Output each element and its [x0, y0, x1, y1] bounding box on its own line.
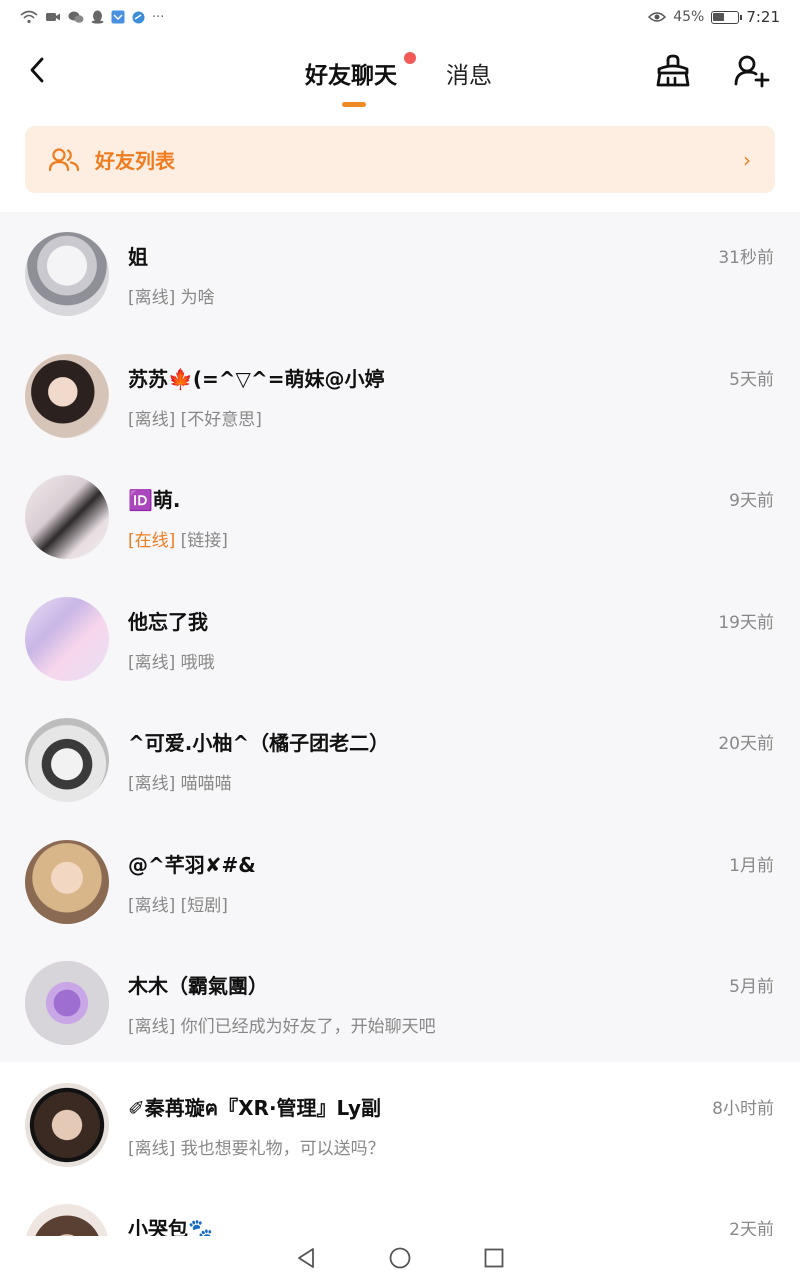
- eye-icon: [648, 12, 667, 22]
- tab-friend-chat[interactable]: 好友聊天: [305, 56, 397, 90]
- contact-name: ✐秦苒璇ฅ『XR·管理』Ly副: [128, 1095, 381, 1120]
- contact-name: 🆔萌.: [128, 488, 181, 512]
- last-message-time: 31秒前: [718, 248, 774, 268]
- last-message: 我也想要礼物，可以送吗？: [180, 1138, 385, 1159]
- avatar[interactable]: [25, 1082, 109, 1167]
- last-message: 喵喵喵: [180, 774, 232, 794]
- contact-name: 木木（霸氣團）: [128, 974, 268, 998]
- back-button[interactable]: [22, 54, 52, 86]
- chat-row[interactable]: 他忘了我 19天前 [离线] 哦哦: [0, 577, 800, 699]
- message-preview: [离线] 哦哦: [128, 648, 215, 673]
- message-preview: [离线] 喵喵喵: [128, 769, 232, 794]
- last-message-time: 1月前: [729, 855, 774, 876]
- last-message-time: 19天前: [718, 612, 774, 633]
- broom-icon: [656, 54, 690, 87]
- square-recents-icon: [484, 1248, 504, 1268]
- chat-row[interactable]: @^芊羽✘#& 1月前 [离线] [短剧]: [0, 820, 800, 942]
- chat-row[interactable]: 木木（霸氣團） 5月前 [离线] 你们已经成为好友了，开始聊天吧: [0, 941, 800, 1063]
- chat-row[interactable]: 姐 31秒前 [离线] 为啥: [0, 212, 800, 334]
- offline-status: [离线]: [128, 895, 176, 916]
- more-icon: ···: [152, 9, 165, 25]
- avatar[interactable]: [25, 353, 109, 438]
- last-message: 你们已经成为好友了，开始聊天吧: [180, 1017, 436, 1037]
- app-icon: [132, 11, 145, 23]
- avatar[interactable]: [25, 232, 109, 316]
- unread-badge: [404, 52, 416, 64]
- avatar[interactable]: [25, 839, 109, 924]
- chat-row[interactable]: 🆔萌. 9天前 [在线] [链接]: [0, 455, 800, 577]
- wifi-icon: [20, 10, 38, 24]
- avatar[interactable]: [25, 596, 109, 681]
- last-message-time: 5月前: [729, 977, 774, 997]
- offline-status: [离线]: [128, 774, 176, 794]
- status-bar-notifications: ···: [20, 10, 164, 25]
- last-message: [短剧]: [180, 895, 228, 916]
- last-message-time: 9天前: [729, 491, 774, 511]
- avatar[interactable]: [25, 475, 109, 559]
- message-preview: [离线] 为啥: [128, 283, 215, 308]
- last-message: 为啥: [180, 288, 215, 308]
- chevron-left-icon: [30, 57, 44, 83]
- system-nav-bar: [0, 1236, 800, 1280]
- add-user-icon: [734, 55, 770, 88]
- circle-home-icon: [389, 1247, 411, 1269]
- chat-list: 姐 31秒前 [离线] 为啥苏苏🍁(=^▽^=萌妹@小婷 5天前 [离线] [不好意思]…: [0, 212, 800, 1280]
- offline-status: [离线]: [128, 288, 176, 308]
- app-icon: [111, 10, 125, 24]
- chat-row[interactable]: ✐秦苒璇ฅ『XR·管理』Ly副 8小时前 [离线] 我也想要礼物，可以送吗？: [0, 1062, 800, 1184]
- clear-unread-button[interactable]: [654, 52, 692, 90]
- offline-status: [离线]: [128, 652, 176, 673]
- last-message-time: 20天前: [718, 734, 774, 754]
- chevron-right-icon: ›: [743, 147, 751, 172]
- avatar[interactable]: [25, 718, 109, 802]
- contact-name: 他忘了我: [128, 609, 208, 634]
- message-preview: [离线] 我也想要礼物，可以送吗？: [128, 1134, 385, 1159]
- friend-list-entry[interactable]: 好友列表 ›: [25, 126, 775, 193]
- friend-list-label: 好友列表: [95, 149, 175, 173]
- contact-name: @^芊羽✘#&: [128, 852, 256, 877]
- header: 好友聊天 消息: [0, 34, 800, 116]
- message-preview: [在线] [链接]: [128, 526, 228, 551]
- active-tab-indicator: [342, 102, 366, 107]
- nav-back-button[interactable]: [294, 1246, 318, 1270]
- wechat-icon: [68, 11, 84, 23]
- last-message: 哦哦: [180, 652, 215, 673]
- contact-name: 苏苏🍁(=^▽^=萌妹@小婷: [128, 366, 385, 391]
- friends-icon: [49, 147, 79, 171]
- video-icon: [46, 13, 60, 21]
- chat-row[interactable]: 苏苏🍁(=^▽^=萌妹@小婷 5天前 [离线] [不好意思]: [0, 334, 800, 456]
- last-message-time: 8小时前: [712, 1098, 774, 1119]
- message-preview: [离线] [短剧]: [128, 891, 228, 916]
- offline-status: [离线]: [128, 409, 176, 430]
- last-message: [链接]: [180, 531, 228, 551]
- offline-status: [离线]: [128, 1138, 176, 1159]
- offline-status: [离线]: [128, 1017, 176, 1037]
- tab-messages[interactable]: 消息: [446, 56, 492, 90]
- chat-row[interactable]: ^可爱.小柚^（橘子团老二） 20天前 [离线] 喵喵喵: [0, 698, 800, 820]
- battery-icon: [711, 10, 743, 24]
- contact-name: ^可爱.小柚^（橘子团老二）: [128, 731, 390, 755]
- qq-icon: [91, 10, 104, 24]
- status-bar-system: 45% 7:21: [648, 8, 780, 26]
- battery-percent: 45%: [673, 9, 705, 25]
- nav-home-button[interactable]: [388, 1246, 412, 1270]
- nav-recents-button[interactable]: [482, 1246, 506, 1270]
- status-bar: ··· 45% 7:21: [0, 0, 800, 34]
- add-friend-button[interactable]: [732, 52, 770, 90]
- message-preview: [离线] [不好意思]: [128, 405, 262, 430]
- message-preview: [离线] 你们已经成为好友了，开始聊天吧: [128, 1012, 436, 1037]
- clock: 7:21: [746, 8, 780, 26]
- avatar[interactable]: [25, 961, 109, 1045]
- contact-name: 姐: [128, 245, 148, 269]
- last-message-time: 5天前: [729, 369, 774, 390]
- last-message: [不好意思]: [180, 409, 262, 430]
- online-status: [在线]: [128, 531, 176, 551]
- triangle-back-icon: [298, 1248, 314, 1268]
